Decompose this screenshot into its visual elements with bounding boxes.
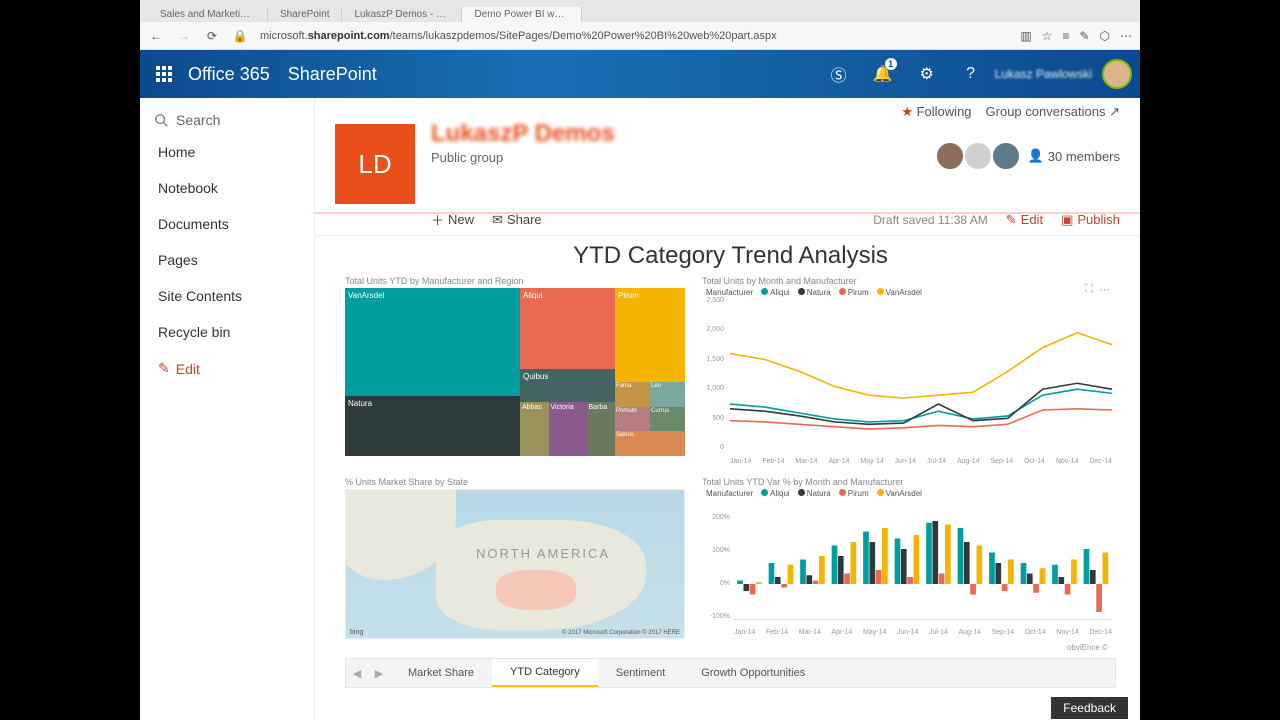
o365-brand[interactable]: Office 365 <box>188 64 270 85</box>
nav-documents[interactable]: Documents <box>140 206 314 242</box>
nav-notebook[interactable]: Notebook <box>140 170 314 206</box>
page-title: YTD Category Trend Analysis <box>345 242 1116 270</box>
forward-button[interactable]: → <box>176 29 192 43</box>
line-chart-card[interactable]: Total Units by Month and Manufacturer Ma… <box>702 276 1116 465</box>
notifications-icon[interactable]: 🔔1 <box>863 50 903 98</box>
more-options-icon[interactable]: ⋯ <box>1099 283 1110 296</box>
chart-title: % Units Market Share by State <box>345 477 690 487</box>
nav-home[interactable]: Home <box>140 134 314 170</box>
reading-view-icon[interactable]: ▥ <box>1020 29 1031 43</box>
chart-title: Total Units YTD by Manufacturer and Regi… <box>345 276 690 286</box>
nav-pages[interactable]: Pages <box>140 242 314 278</box>
tab-growth-opportunities[interactable]: Growth Opportunities <box>683 659 823 687</box>
browser-tab-strip: Sales and Marketing Sample SharePoint Lu… <box>140 0 1140 22</box>
browser-tab[interactable]: Sales and Marketing Sample <box>148 7 268 22</box>
chart-title: Total Units by Month and Manufacturer <box>702 276 1116 286</box>
person-icon: 👤 <box>1028 148 1044 164</box>
bar-chart-card[interactable]: Total Units YTD Var % by Month and Manuf… <box>702 477 1116 648</box>
site-title: LukaszP Demos <box>431 120 944 148</box>
map-chart[interactable]: NORTH AMERICA bing © 2017 Microsoft Corp… <box>345 489 685 639</box>
legend: Manufacturer Aliqui Natura Pirum VanArsd… <box>702 489 1116 498</box>
product-name[interactable]: SharePoint <box>288 64 377 85</box>
following-toggle[interactable]: ★ Following <box>901 104 971 120</box>
user-avatar[interactable] <box>1102 59 1132 89</box>
chart-brand: obviEnce © <box>1067 643 1108 652</box>
save-status: Draft saved 11:38 AM <box>873 213 988 227</box>
tab-prev[interactable]: ◀ <box>346 667 368 680</box>
app-launcher-icon[interactable] <box>140 50 188 98</box>
site-header: LD LukaszP Demos Public group 👤 30 membe… <box>315 120 1140 204</box>
lock-icon: 🔒 <box>232 29 248 43</box>
hub-icon[interactable]: ≡ <box>1062 29 1069 43</box>
focus-mode-icon[interactable]: ⛶ <box>1085 283 1093 296</box>
nav-recycle-bin[interactable]: Recycle bin <box>140 314 314 350</box>
map-credits: © 2017 Microsoft Corporation © 2017 HERE <box>562 630 680 636</box>
back-button[interactable]: ← <box>148 29 164 43</box>
command-bar: ＋New ✉Share Draft saved 11:38 AM ✎Edit ▣… <box>315 204 1140 236</box>
address-bar[interactable]: microsoft.sharepoint.com/teams/lukaszpde… <box>260 30 1008 42</box>
skype-icon[interactable]: Ⓢ <box>819 50 859 98</box>
browser-tab[interactable]: SharePoint <box>268 7 342 22</box>
treemap-card[interactable]: Total Units YTD by Manufacturer and Regi… <box>345 276 690 465</box>
map-label: NORTH AMERICA <box>476 546 610 561</box>
members-link[interactable]: 👤 30 members <box>1028 148 1120 164</box>
edit-nav-link[interactable]: ✎ Edit <box>140 350 314 387</box>
line-chart[interactable]: 2,5002,0001,5001,0005000 Jan-14Feb-14Mar… <box>702 297 1116 465</box>
user-name: Lukasz Pawlowski <box>995 67 1092 81</box>
more-icon[interactable]: ⋯ <box>1120 29 1132 43</box>
settings-icon[interactable]: ⚙ <box>907 50 947 98</box>
member-avatar <box>964 142 992 170</box>
treemap-chart[interactable]: VanArsdel Natura Aliqui Quibus Abbas Vic… <box>345 288 685 456</box>
site-type: Public group <box>431 150 944 165</box>
share-icon[interactable]: ⬡ <box>1100 29 1110 43</box>
tab-sentiment[interactable]: Sentiment <box>598 659 684 687</box>
notes-icon[interactable]: ✎ <box>1079 29 1089 43</box>
main-content: ★ Following Group conversations ↗ LD Luk… <box>315 98 1140 720</box>
help-icon[interactable]: ? <box>951 50 991 98</box>
search-placeholder: Search <box>176 112 220 128</box>
browser-toolbar: ← → ⟳ 🔒 microsoft.sharepoint.com/teams/l… <box>140 22 1140 50</box>
map-provider: bing <box>350 629 363 636</box>
browser-tab[interactable]: LukaszP Demos - Site Pages <box>342 7 462 22</box>
member-avatar <box>992 142 1020 170</box>
legend: Manufacturer Aliqui Natura Pirum VanArsd… <box>702 288 1116 297</box>
pencil-icon: ✎ <box>158 360 170 377</box>
feedback-button[interactable]: Feedback <box>1051 697 1128 719</box>
left-nav: Search Home Notebook Documents Pages Sit… <box>140 98 315 720</box>
search-box[interactable]: Search <box>140 106 314 134</box>
tab-next[interactable]: ▶ <box>368 667 390 680</box>
map-card[interactable]: % Units Market Share by State NORTH AMER… <box>345 477 690 648</box>
refresh-button[interactable]: ⟳ <box>204 29 220 43</box>
report-tabs: ◀ ▶ Market Share YTD Category Sentiment … <box>345 658 1116 688</box>
chart-title: Total Units YTD Var % by Month and Manuf… <box>702 477 1116 487</box>
search-icon <box>154 113 168 127</box>
o365-header: Office 365 SharePoint Ⓢ 🔔1 ⚙ ? Lukasz Pa… <box>140 50 1140 98</box>
browser-tab[interactable]: Demo Power BI web pa… <box>462 7 582 22</box>
bar-chart[interactable]: 200%100%0%-100% Jan-14Feb-14Mar-14Apr-14… <box>702 498 1116 648</box>
nav-site-contents[interactable]: Site Contents <box>140 278 314 314</box>
group-conversations-link[interactable]: Group conversations ↗ <box>986 104 1120 120</box>
favorite-icon[interactable]: ☆ <box>1042 29 1053 43</box>
tab-ytd-category[interactable]: YTD Category <box>492 659 598 687</box>
site-logo[interactable]: LD <box>335 124 415 204</box>
tab-market-share[interactable]: Market Share <box>390 659 492 687</box>
